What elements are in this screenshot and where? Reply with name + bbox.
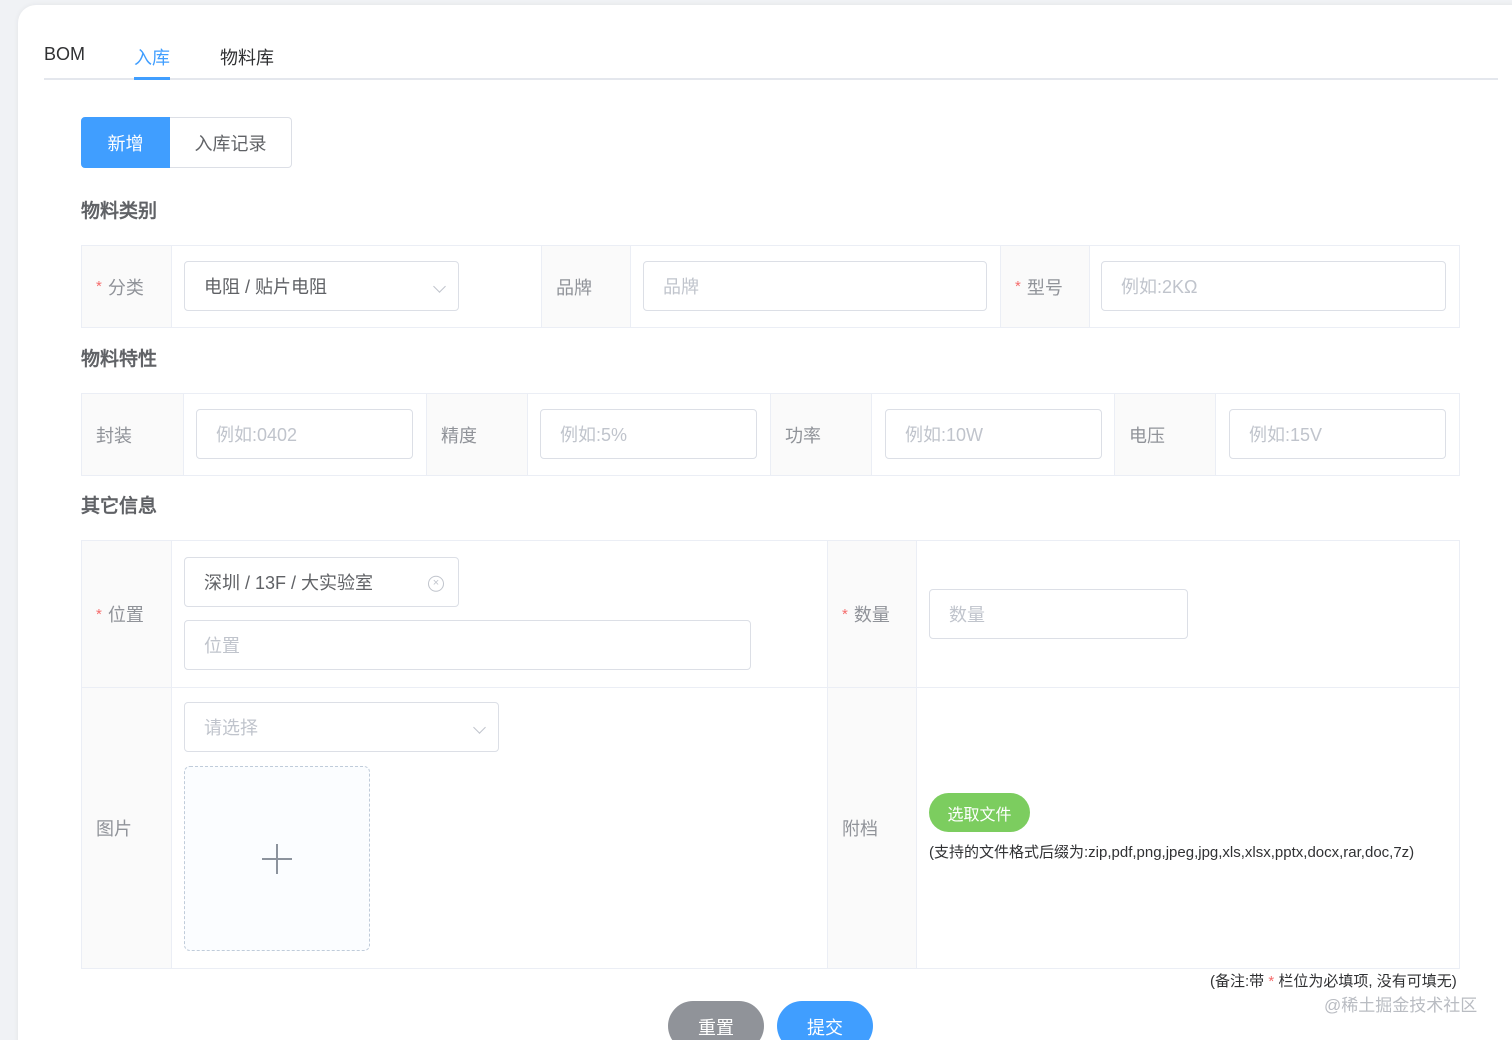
tab-inbound[interactable]: 入库 <box>134 44 170 70</box>
tab-material-library[interactable]: 物料库 <box>220 44 274 70</box>
divider <box>82 687 1459 688</box>
power-input[interactable]: 例如:10W <box>885 409 1102 459</box>
required-note: (备注:带 * 栏位为必填项, 没有可填无) <box>1210 973 1457 990</box>
clear-icon[interactable]: × <box>428 573 444 592</box>
power-label: 功率 <box>771 394 872 475</box>
add-button[interactable]: 新增 <box>81 117 170 168</box>
quantity-input[interactable]: 数量 <box>929 589 1188 639</box>
image-label: 图片 <box>82 688 172 968</box>
image-select[interactable]: 请选择 <box>184 702 499 752</box>
model-input[interactable]: 例如:2KΩ <box>1101 261 1446 311</box>
precision-label: 精度 <box>427 394 528 475</box>
watermark: @稀土掘金技术社区 <box>1324 996 1478 1015</box>
file-format-hint: (支持的文件格式后缀为:zip,pdf,png,jpeg,jpg,xls,xls… <box>929 844 1415 861</box>
location-cascader[interactable]: 深圳 / 13F / 大实验室 × <box>184 557 459 607</box>
pick-file-button[interactable]: 选取文件 <box>929 793 1030 832</box>
voltage-label: 电压 <box>1115 394 1216 475</box>
precision-input[interactable]: 例如:5% <box>540 409 757 459</box>
location-input[interactable]: 位置 <box>184 620 751 670</box>
brand-input[interactable]: 品牌 <box>643 261 987 311</box>
active-tab-indicator <box>134 77 170 80</box>
voltage-input[interactable]: 例如:15V <box>1229 409 1446 459</box>
class-select[interactable]: 电阻 / 贴片电阻 <box>184 261 459 311</box>
class-label: * 分类 <box>82 246 172 327</box>
reset-button[interactable]: 重置 <box>668 1001 764 1040</box>
quantity-label: * 数量 <box>828 541 917 687</box>
chevron-down-icon <box>433 278 446 294</box>
plus-icon <box>262 843 292 874</box>
section-title-properties: 物料特性 <box>81 349 158 370</box>
section-title-other: 其它信息 <box>81 496 158 517</box>
tab-bom[interactable]: BOM <box>44 44 85 65</box>
submit-button[interactable]: 提交 <box>777 1001 873 1040</box>
model-label: * 型号 <box>1001 246 1090 327</box>
sub-button-group: 新增 入库记录 <box>81 117 292 168</box>
location-label: * 位置 <box>82 541 172 687</box>
attachment-label: 附档 <box>828 688 917 968</box>
section-title-category: 物料类别 <box>81 201 158 222</box>
package-label: 封装 <box>82 394 184 475</box>
inbound-records-button[interactable]: 入库记录 <box>170 117 292 168</box>
chevron-down-icon <box>473 719 486 735</box>
image-upload-box[interactable] <box>184 766 370 951</box>
package-input[interactable]: 例如:0402 <box>196 409 413 459</box>
brand-label: 品牌 <box>542 246 631 327</box>
